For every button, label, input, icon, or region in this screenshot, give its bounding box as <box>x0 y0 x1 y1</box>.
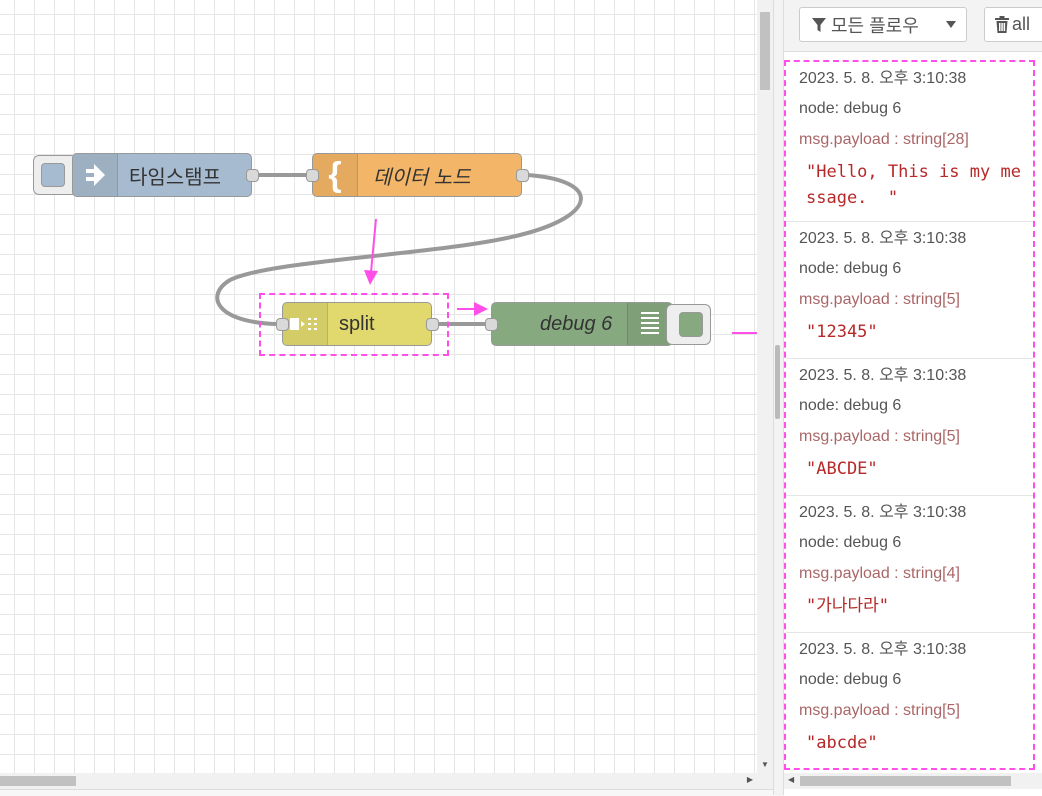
chevron-down-icon <box>946 21 956 28</box>
scroll-right-icon[interactable]: ▶ <box>747 775 753 784</box>
filter-flows-button[interactable]: 모든 플로우 <box>799 7 967 42</box>
message-payload[interactable]: "abcde" <box>799 725 1033 762</box>
message-node-name[interactable]: node: debug 6 <box>799 389 1033 419</box>
message-type-info[interactable]: msg.payload : string[4] <box>799 556 1033 588</box>
message-timestamp: 2023. 5. 8. 오후 3:10:38 <box>799 70 967 87</box>
debug-message[interactable]: 2023. 5. 8. 오후 3:10:38 node: debug 6 msg… <box>786 633 1033 768</box>
clear-all-label: all <box>1012 14 1031 34</box>
clear-all-button[interactable]: all <box>984 7 1042 42</box>
trash-icon <box>995 16 1009 33</box>
message-type-info[interactable]: msg.payload : string[28] <box>799 122 1033 154</box>
message-payload[interactable]: "Hello, This is my message. " <box>799 154 1033 217</box>
message-timestamp: 2023. 5. 8. 오후 3:10:38 <box>799 504 967 521</box>
message-timestamp: 2023. 5. 8. 오후 3:10:38 <box>799 230 967 247</box>
splitter-grip[interactable] <box>775 345 780 419</box>
sidebar-splitter[interactable] <box>773 0 784 795</box>
sidebar-horizontal-scrollbar[interactable]: ◀ <box>784 773 1042 789</box>
message-node-name[interactable]: node: debug 6 <box>799 252 1033 282</box>
message-type-info[interactable]: msg.payload : string[5] <box>799 282 1033 314</box>
message-timestamp: 2023. 5. 8. 오후 3:10:38 <box>799 367 967 384</box>
workspace-vertical-scroll-thumb[interactable] <box>760 12 770 90</box>
arrow-down-annotation <box>370 218 377 273</box>
filter-icon <box>812 17 826 32</box>
message-payload[interactable]: "가나다라" <box>799 588 1033 625</box>
message-timestamp: 2023. 5. 8. 오후 3:10:38 <box>799 641 967 658</box>
workspace-horizontal-scroll-thumb[interactable] <box>0 776 76 786</box>
scroll-down-icon[interactable]: ▼ <box>761 760 769 769</box>
message-node-name[interactable]: node: debug 6 <box>799 663 1033 693</box>
message-payload[interactable]: "ABCDE" <box>799 451 1033 488</box>
message-type-info[interactable]: msg.payload : string[5] <box>799 419 1033 451</box>
sidebar-horizontal-scroll-thumb[interactable] <box>800 776 1011 786</box>
debug-message[interactable]: 2023. 5. 8. 오후 3:10:38 node: debug 6 msg… <box>786 359 1033 496</box>
debug-message[interactable]: 2023. 5. 8. 오후 3:10:38 node: debug 6 msg… <box>786 62 1033 222</box>
filter-flows-label: 모든 플로우 <box>831 15 919 36</box>
debug-message[interactable]: 2023. 5. 8. 오후 3:10:38 node: debug 6 msg… <box>786 496 1033 633</box>
message-payload[interactable]: "12345" <box>799 314 1033 351</box>
debug-message[interactable]: 2023. 5. 8. 오후 3:10:38 node: debug 6 msg… <box>786 222 1033 359</box>
message-node-name[interactable]: node: debug 6 <box>799 526 1033 556</box>
debug-message-list[interactable]: 2023. 5. 8. 오후 3:10:38 node: debug 6 msg… <box>784 60 1035 770</box>
flow-workspace[interactable]: 타임스탬프 { 데이터 노드 split debug 6 <box>0 0 757 773</box>
scroll-left-icon[interactable]: ◀ <box>788 775 794 784</box>
message-node-name[interactable]: node: debug 6 <box>799 92 1033 122</box>
debug-toolbar: 모든 플로우 all <box>784 0 1042 52</box>
workspace-horizontal-scrollbar[interactable]: ▶ <box>0 773 757 789</box>
workspace-vertical-scrollbar[interactable]: ▼ <box>757 0 773 773</box>
annotation-arrows <box>364 218 757 334</box>
debug-sidebar: 모든 플로우 all 2023. 5. 8. 오후 3:10:38 node: … <box>784 0 1042 795</box>
message-type-info[interactable]: msg.payload : string[5] <box>799 693 1033 725</box>
